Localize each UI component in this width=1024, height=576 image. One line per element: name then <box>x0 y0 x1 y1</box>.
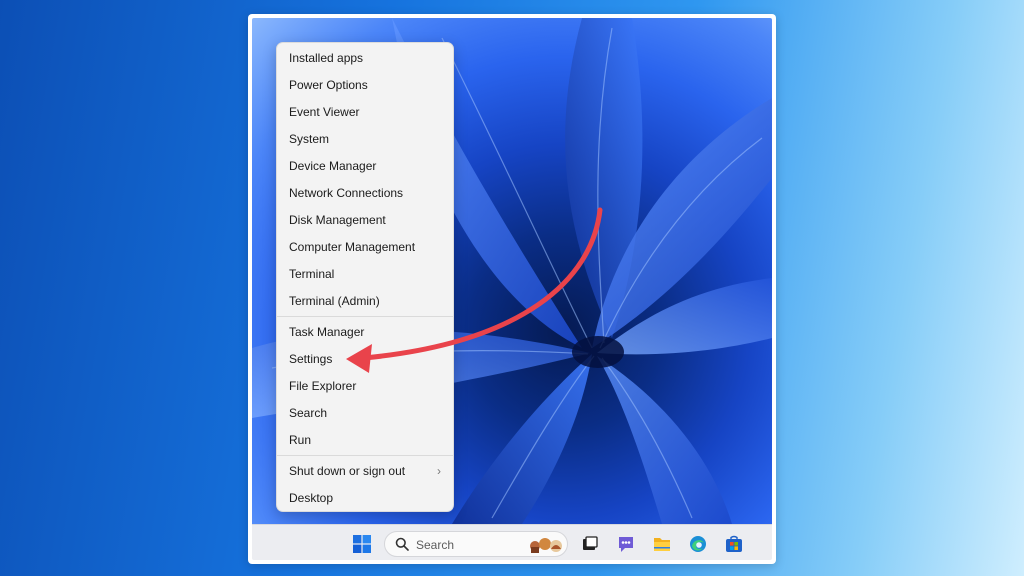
menu-item-system[interactable]: System <box>277 126 453 153</box>
menu-item-label: Shut down or sign out <box>289 464 406 478</box>
menu-separator <box>277 455 453 456</box>
file-explorer-icon[interactable] <box>652 534 672 554</box>
chevron-right-icon: › <box>437 464 441 478</box>
menu-item-run[interactable]: Run <box>277 427 453 454</box>
menu-item-computer-management[interactable]: Computer Management <box>277 234 453 261</box>
menu-separator <box>277 316 453 317</box>
windows-start-icon[interactable] <box>352 534 372 554</box>
menu-item-event-viewer[interactable]: Event Viewer <box>277 99 453 126</box>
search-highlight-illustration-icon <box>530 538 562 553</box>
menu-item-terminal-admin[interactable]: Terminal (Admin) <box>277 288 453 315</box>
search-icon <box>395 537 409 551</box>
menu-item-task-manager[interactable]: Task Manager <box>277 319 453 346</box>
menu-item-shut-down-or-sign-out[interactable]: Shut down or sign out › <box>277 458 453 485</box>
menu-item-power-options[interactable]: Power Options <box>277 72 453 99</box>
taskbar: Search <box>252 524 772 560</box>
menu-item-device-manager[interactable]: Device Manager <box>277 153 453 180</box>
menu-item-installed-apps[interactable]: Installed apps <box>277 45 453 72</box>
menu-item-network-connections[interactable]: Network Connections <box>277 180 453 207</box>
menu-item-desktop[interactable]: Desktop <box>277 485 453 512</box>
chat-icon[interactable] <box>616 534 636 554</box>
menu-item-search[interactable]: Search <box>277 400 453 427</box>
menu-item-settings[interactable]: Settings <box>277 346 453 373</box>
menu-item-disk-management[interactable]: Disk Management <box>277 207 453 234</box>
taskbar-search-box[interactable]: Search <box>384 531 568 557</box>
desktop-screen: Installed apps Power Options Event Viewe… <box>252 18 772 560</box>
menu-item-file-explorer[interactable]: File Explorer <box>277 373 453 400</box>
edge-icon[interactable] <box>688 534 708 554</box>
store-icon[interactable] <box>724 534 744 554</box>
search-placeholder: Search <box>416 538 455 552</box>
menu-item-terminal[interactable]: Terminal <box>277 261 453 288</box>
task-view-icon[interactable] <box>580 534 600 554</box>
screenshot-frame: Installed apps Power Options Event Viewe… <box>248 14 776 564</box>
winx-context-menu: Installed apps Power Options Event Viewe… <box>276 42 454 512</box>
